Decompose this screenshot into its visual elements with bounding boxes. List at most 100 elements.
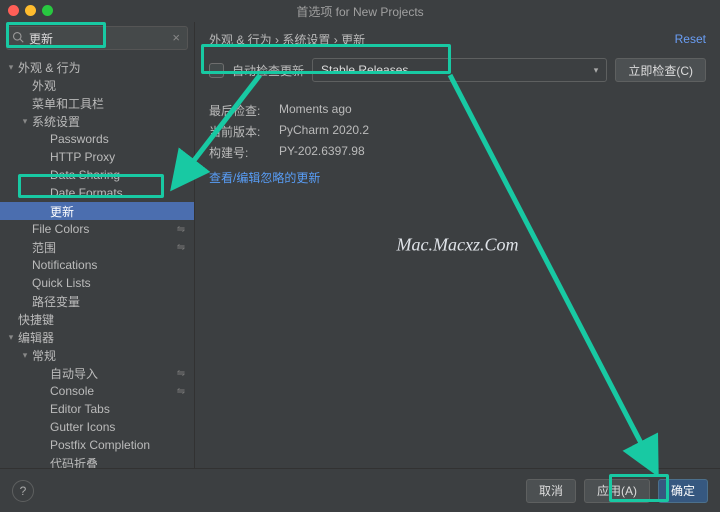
cancel-button[interactable]: 取消 — [526, 479, 576, 503]
breadcrumb-row: 外观 & 行为 › 系统设置 › 更新 Reset — [209, 28, 706, 50]
sidebar-item[interactable]: 快捷键 — [0, 310, 194, 328]
breadcrumb: 外观 & 行为 › 系统设置 › 更新 — [209, 31, 365, 48]
sidebar-item[interactable]: ▾外观 & 行为 — [0, 58, 194, 76]
project-scope-icon: ⇋ — [174, 242, 188, 253]
sidebar-item-label: Quick Lists — [32, 276, 188, 290]
sidebar-item-label: Passwords — [50, 132, 188, 146]
window-controls — [8, 5, 53, 16]
crumb-a: 外观 & 行为 — [209, 33, 272, 47]
settings-tree: ▾外观 & 行为外观菜单和工具栏▾系统设置PasswordsHTTP Proxy… — [0, 58, 194, 468]
chevron-down-icon: ▾ — [594, 65, 599, 76]
sidebar-item-label: 路径变量 — [32, 293, 188, 310]
sidebar-item[interactable]: 更新 — [0, 202, 194, 220]
project-scope-icon: ⇋ — [174, 368, 188, 379]
sidebar-item-label: 外观 — [32, 77, 188, 94]
auto-check-checkbox[interactable] — [209, 63, 224, 78]
sidebar-item[interactable]: ▾常规 — [0, 346, 194, 364]
sidebar-item-label: Date Formats — [50, 186, 188, 200]
crumb-sep: › — [275, 33, 279, 47]
sidebar-item-label: 更新 — [50, 203, 188, 220]
sidebar-item[interactable]: Console⇋ — [0, 382, 194, 400]
zoom-dot[interactable] — [42, 5, 53, 16]
sidebar-item-label: HTTP Proxy — [50, 150, 188, 164]
update-channel-select[interactable]: Stable Releases ▾ — [312, 58, 607, 82]
sidebar-item-label: Notifications — [32, 258, 188, 272]
close-dot[interactable] — [8, 5, 19, 16]
sidebar-item-label: 菜单和工具栏 — [32, 95, 188, 112]
watermark-text: Mac.Macxz.Com — [397, 235, 519, 256]
sidebar-item[interactable]: ▾系统设置 — [0, 112, 194, 130]
ignored-updates-link[interactable]: 查看/编辑忽略的更新 — [209, 169, 706, 186]
apply-button[interactable]: 应用(A) — [584, 479, 650, 503]
sidebar-item[interactable]: ▾编辑器 — [0, 328, 194, 346]
titlebar: 首选项 for New Projects — [0, 0, 720, 22]
sidebar-item-label: 系统设置 — [32, 113, 188, 130]
build-val: PY-202.6397.98 — [279, 144, 706, 161]
update-channel-value: Stable Releases — [321, 63, 408, 77]
window-title: 首选项 for New Projects — [296, 3, 423, 20]
check-now-button[interactable]: 立即检查(C) — [615, 58, 706, 82]
tree-arrow-icon: ▾ — [18, 116, 32, 127]
app-body: × ▾外观 & 行为外观菜单和工具栏▾系统设置PasswordsHTTP Pro… — [0, 22, 720, 468]
auto-check-label: 自动检查更新 — [232, 62, 304, 79]
sidebar-item[interactable]: 代码折叠 — [0, 454, 194, 468]
help-icon: ? — [20, 484, 27, 498]
tree-arrow-icon: ▾ — [4, 62, 18, 73]
sidebar-item-label: 外观 & 行为 — [18, 59, 188, 76]
sidebar-item-label: File Colors — [32, 222, 174, 236]
sidebar-item[interactable]: Editor Tabs — [0, 400, 194, 418]
sidebar-item[interactable]: 外观 — [0, 76, 194, 94]
sidebar-item[interactable]: Quick Lists — [0, 274, 194, 292]
sidebar-item[interactable]: HTTP Proxy — [0, 148, 194, 166]
sidebar-item-label: 快捷键 — [18, 311, 188, 328]
auto-check-row: 自动检查更新 Stable Releases ▾ 立即检查(C) — [209, 58, 706, 82]
cancel-label: 取消 — [539, 482, 563, 499]
search-input[interactable] — [6, 26, 188, 50]
ok-label: 确定 — [671, 482, 695, 499]
check-now-label: 立即检查(C) — [628, 62, 693, 79]
help-button[interactable]: ? — [12, 480, 34, 502]
tree-arrow-icon: ▾ — [18, 350, 32, 361]
sidebar-item[interactable]: Date Formats — [0, 184, 194, 202]
sidebar-item-label: Postfix Completion — [50, 438, 188, 452]
sidebar-item-label: Data Sharing — [50, 168, 188, 182]
sidebar-item[interactable]: Postfix Completion — [0, 436, 194, 454]
sidebar-item[interactable]: 路径变量 — [0, 292, 194, 310]
sidebar-item[interactable]: Notifications — [0, 256, 194, 274]
sidebar-item-label: Gutter Icons — [50, 420, 188, 434]
crumb-c: 更新 — [341, 33, 365, 47]
sidebar-item-label: 常规 — [32, 347, 188, 364]
sidebar-item[interactable]: Data Sharing — [0, 166, 194, 184]
last-check-val: Moments ago — [279, 102, 706, 119]
sidebar-item[interactable]: Passwords — [0, 130, 194, 148]
sidebar: × ▾外观 & 行为外观菜单和工具栏▾系统设置PasswordsHTTP Pro… — [0, 22, 195, 468]
project-scope-icon: ⇋ — [174, 224, 188, 235]
sidebar-item-label: 代码折叠 — [50, 455, 188, 469]
reset-link[interactable]: Reset — [675, 32, 706, 46]
sidebar-item[interactable]: 自动导入⇋ — [0, 364, 194, 382]
apply-label: 应用(A) — [597, 482, 637, 499]
sidebar-item[interactable]: 菜单和工具栏 — [0, 94, 194, 112]
sidebar-item[interactable]: 范围⇋ — [0, 238, 194, 256]
content-pane: 外观 & 行为 › 系统设置 › 更新 Reset 自动检查更新 Stable … — [195, 22, 720, 468]
dialog-footer: ? 取消 应用(A) 确定 — [0, 468, 720, 512]
version-info: 最后检查: Moments ago 当前版本: PyCharm 2020.2 构… — [209, 102, 706, 161]
crumb-sep: › — [334, 33, 338, 47]
sidebar-item-label: Console — [50, 384, 174, 398]
crumb-b: 系统设置 — [282, 33, 330, 47]
sidebar-item-label: 自动导入 — [50, 365, 174, 382]
build-key: 构建号: — [209, 144, 279, 161]
sidebar-item[interactable]: File Colors⇋ — [0, 220, 194, 238]
current-version-key: 当前版本: — [209, 123, 279, 140]
sidebar-item[interactable]: Gutter Icons — [0, 418, 194, 436]
minimize-dot[interactable] — [25, 5, 36, 16]
current-version-val: PyCharm 2020.2 — [279, 123, 706, 140]
clear-search-icon[interactable]: × — [172, 30, 180, 45]
search-wrap: × — [0, 22, 194, 58]
last-check-key: 最后检查: — [209, 102, 279, 119]
sidebar-item-label: 编辑器 — [18, 329, 188, 346]
project-scope-icon: ⇋ — [174, 386, 188, 397]
ok-button[interactable]: 确定 — [658, 479, 708, 503]
search-icon — [12, 31, 24, 43]
tree-arrow-icon: ▾ — [4, 332, 18, 343]
